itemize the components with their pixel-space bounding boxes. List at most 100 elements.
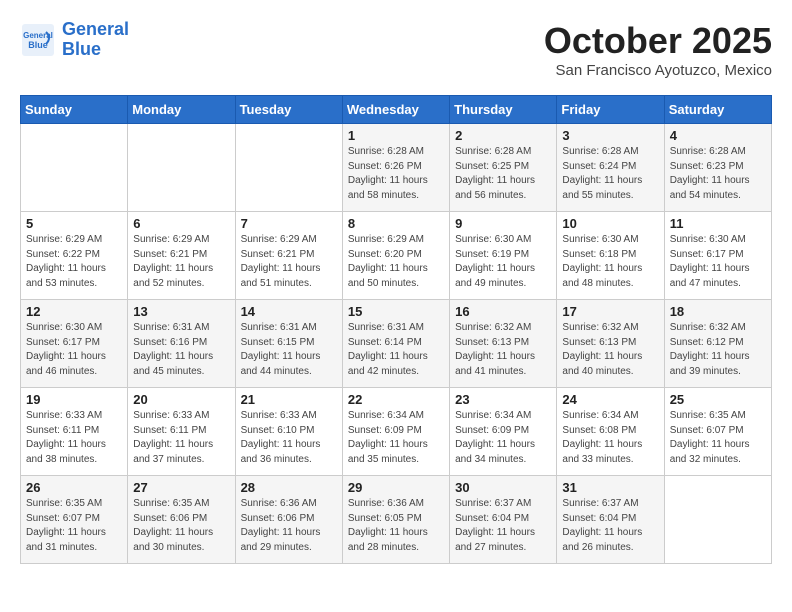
calendar-day-30: 30 Sunrise: 6:37 AM Sunset: 6:04 PM Dayli… xyxy=(450,476,557,564)
day-number: 3 xyxy=(562,128,658,143)
calendar-day-21: 21Sunrise: 6:33 AM Sunset: 6:10 PM Dayli… xyxy=(235,388,342,476)
calendar-empty-cell xyxy=(235,124,342,212)
day-number: 30 xyxy=(455,480,551,495)
day-info: Sunrise: 6:34 AM Sunset: 6:09 PM Dayligh… xyxy=(455,409,551,467)
weekday-header-sunday: Sunday xyxy=(21,96,128,124)
calendar-body: 1 Sunrise: 6:28 AM Sunset: 6:26 PM Daylig… xyxy=(21,124,772,564)
calendar-week-row: 1 Sunrise: 6:28 AM Sunset: 6:26 PM Daylig… xyxy=(21,124,772,212)
calendar-day-8: 8Sunrise: 6:29 AM Sunset: 6:20 PM Daylig… xyxy=(342,212,449,300)
calendar-day-2: 2 Sunrise: 6:28 AM Sunset: 6:25 PM Daylig… xyxy=(450,124,557,212)
day-info: Sunrise: 6:28 AM Sunset: 6:25 PM Dayligh… xyxy=(455,145,551,203)
calendar-title: October 2025 xyxy=(544,20,772,62)
day-number: 26 xyxy=(26,480,122,495)
day-number: 16 xyxy=(455,304,551,319)
day-number: 14 xyxy=(241,304,337,319)
calendar-day-9: 9 Sunrise: 6:30 AM Sunset: 6:19 PM Daylig… xyxy=(450,212,557,300)
day-number: 1 xyxy=(348,128,444,143)
day-info: Sunrise: 6:30 AM Sunset: 6:19 PM Dayligh… xyxy=(455,233,551,291)
calendar-empty-cell xyxy=(664,476,771,564)
day-number: 18 xyxy=(670,304,766,319)
day-info: Sunrise: 6:28 AM Sunset: 6:26 PM Dayligh… xyxy=(348,145,444,203)
day-number: 12 xyxy=(26,304,122,319)
calendar-day-28: 28Sunrise: 6:36 AM Sunset: 6:06 PM Dayli… xyxy=(235,476,342,564)
calendar-day-22: 22 Sunrise: 6:34 AM Sunset: 6:09 PM Dayli… xyxy=(342,388,449,476)
calendar-day-25: 25 Sunrise: 6:35 AM Sunset: 6:07 PM Dayli… xyxy=(664,388,771,476)
day-number: 29 xyxy=(348,480,444,495)
day-info: Sunrise: 6:29 AM Sunset: 6:22 PM Dayligh… xyxy=(26,233,122,291)
day-number: 4 xyxy=(670,128,766,143)
weekday-header-monday: Monday xyxy=(128,96,235,124)
day-info: Sunrise: 6:31 AM Sunset: 6:14 PM Dayligh… xyxy=(348,321,444,379)
calendar-day-23: 23 Sunrise: 6:34 AM Sunset: 6:09 PM Dayli… xyxy=(450,388,557,476)
day-info: Sunrise: 6:29 AM Sunset: 6:21 PM Dayligh… xyxy=(241,233,337,291)
day-info: Sunrise: 6:32 AM Sunset: 6:13 PM Dayligh… xyxy=(455,321,551,379)
day-number: 5 xyxy=(26,216,122,231)
calendar-week-row: 12 Sunrise: 6:30 AM Sunset: 6:17 PM Dayli… xyxy=(21,300,772,388)
day-number: 9 xyxy=(455,216,551,231)
calendar-day-3: 3 Sunrise: 6:28 AM Sunset: 6:24 PM Daylig… xyxy=(557,124,664,212)
calendar-day-24: 24 Sunrise: 6:34 AM Sunset: 6:08 PM Dayli… xyxy=(557,388,664,476)
calendar-header: SundayMondayTuesdayWednesdayThursdayFrid… xyxy=(21,96,772,124)
day-number: 15 xyxy=(348,304,444,319)
calendar-day-27: 27Sunrise: 6:35 AM Sunset: 6:06 PM Dayli… xyxy=(128,476,235,564)
calendar-day-1: 1 Sunrise: 6:28 AM Sunset: 6:26 PM Daylig… xyxy=(342,124,449,212)
day-info: Sunrise: 6:28 AM Sunset: 6:24 PM Dayligh… xyxy=(562,145,658,203)
weekday-header-saturday: Saturday xyxy=(664,96,771,124)
weekday-header-thursday: Thursday xyxy=(450,96,557,124)
day-info: Sunrise: 6:32 AM Sunset: 6:12 PM Dayligh… xyxy=(670,321,766,379)
day-info: Sunrise: 6:30 AM Sunset: 6:17 PM Dayligh… xyxy=(670,233,766,291)
day-number: 27 xyxy=(133,480,229,495)
day-info: Sunrise: 6:36 AM Sunset: 6:05 PM Dayligh… xyxy=(348,497,444,555)
calendar-day-14: 14Sunrise: 6:31 AM Sunset: 6:15 PM Dayli… xyxy=(235,300,342,388)
day-number: 25 xyxy=(670,392,766,407)
day-info: Sunrise: 6:28 AM Sunset: 6:23 PM Dayligh… xyxy=(670,145,766,203)
day-info: Sunrise: 6:37 AM Sunset: 6:04 PM Dayligh… xyxy=(455,497,551,555)
calendar-week-row: 19Sunrise: 6:33 AM Sunset: 6:11 PM Dayli… xyxy=(21,388,772,476)
day-number: 24 xyxy=(562,392,658,407)
calendar-table: SundayMondayTuesdayWednesdayThursdayFrid… xyxy=(20,95,772,564)
logo-line1: General xyxy=(62,19,129,39)
title-block: October 2025 San Francisco Ayotuzco, Mex… xyxy=(544,20,772,79)
page-header: General Blue General Blue October 2025 S… xyxy=(20,20,772,79)
calendar-day-10: 10Sunrise: 6:30 AM Sunset: 6:18 PM Dayli… xyxy=(557,212,664,300)
day-number: 20 xyxy=(133,392,229,407)
weekday-header-wednesday: Wednesday xyxy=(342,96,449,124)
day-info: Sunrise: 6:37 AM Sunset: 6:04 PM Dayligh… xyxy=(562,497,658,555)
day-info: Sunrise: 6:34 AM Sunset: 6:09 PM Dayligh… xyxy=(348,409,444,467)
logo-icon: General Blue xyxy=(20,22,56,58)
calendar-subtitle: San Francisco Ayotuzco, Mexico xyxy=(544,62,772,79)
calendar-day-26: 26 Sunrise: 6:35 AM Sunset: 6:07 PM Dayli… xyxy=(21,476,128,564)
day-number: 11 xyxy=(670,216,766,231)
day-info: Sunrise: 6:29 AM Sunset: 6:21 PM Dayligh… xyxy=(133,233,229,291)
day-info: Sunrise: 6:34 AM Sunset: 6:08 PM Dayligh… xyxy=(562,409,658,467)
day-number: 19 xyxy=(26,392,122,407)
weekday-header-tuesday: Tuesday xyxy=(235,96,342,124)
day-number: 31 xyxy=(562,480,658,495)
day-number: 23 xyxy=(455,392,551,407)
day-number: 17 xyxy=(562,304,658,319)
calendar-day-17: 17Sunrise: 6:32 AM Sunset: 6:13 PM Dayli… xyxy=(557,300,664,388)
day-info: Sunrise: 6:35 AM Sunset: 6:07 PM Dayligh… xyxy=(670,409,766,467)
weekday-header-row: SundayMondayTuesdayWednesdayThursdayFrid… xyxy=(21,96,772,124)
day-info: Sunrise: 6:30 AM Sunset: 6:17 PM Dayligh… xyxy=(26,321,122,379)
calendar-day-11: 11 Sunrise: 6:30 AM Sunset: 6:17 PM Dayli… xyxy=(664,212,771,300)
day-info: Sunrise: 6:29 AM Sunset: 6:20 PM Dayligh… xyxy=(348,233,444,291)
calendar-day-13: 13Sunrise: 6:31 AM Sunset: 6:16 PM Dayli… xyxy=(128,300,235,388)
calendar-empty-cell xyxy=(21,124,128,212)
calendar-week-row: 5 Sunrise: 6:29 AM Sunset: 6:22 PM Daylig… xyxy=(21,212,772,300)
weekday-header-friday: Friday xyxy=(557,96,664,124)
day-info: Sunrise: 6:35 AM Sunset: 6:07 PM Dayligh… xyxy=(26,497,122,555)
calendar-day-15: 15 Sunrise: 6:31 AM Sunset: 6:14 PM Dayli… xyxy=(342,300,449,388)
day-number: 2 xyxy=(455,128,551,143)
day-number: 10 xyxy=(562,216,658,231)
day-number: 22 xyxy=(348,392,444,407)
calendar-day-16: 16 Sunrise: 6:32 AM Sunset: 6:13 PM Dayli… xyxy=(450,300,557,388)
day-info: Sunrise: 6:31 AM Sunset: 6:16 PM Dayligh… xyxy=(133,321,229,379)
day-info: Sunrise: 6:33 AM Sunset: 6:10 PM Dayligh… xyxy=(241,409,337,467)
day-info: Sunrise: 6:36 AM Sunset: 6:06 PM Dayligh… xyxy=(241,497,337,555)
calendar-day-20: 20Sunrise: 6:33 AM Sunset: 6:11 PM Dayli… xyxy=(128,388,235,476)
day-number: 7 xyxy=(241,216,337,231)
calendar-empty-cell xyxy=(128,124,235,212)
svg-text:Blue: Blue xyxy=(28,40,48,50)
calendar-day-31: 31 Sunrise: 6:37 AM Sunset: 6:04 PM Dayli… xyxy=(557,476,664,564)
